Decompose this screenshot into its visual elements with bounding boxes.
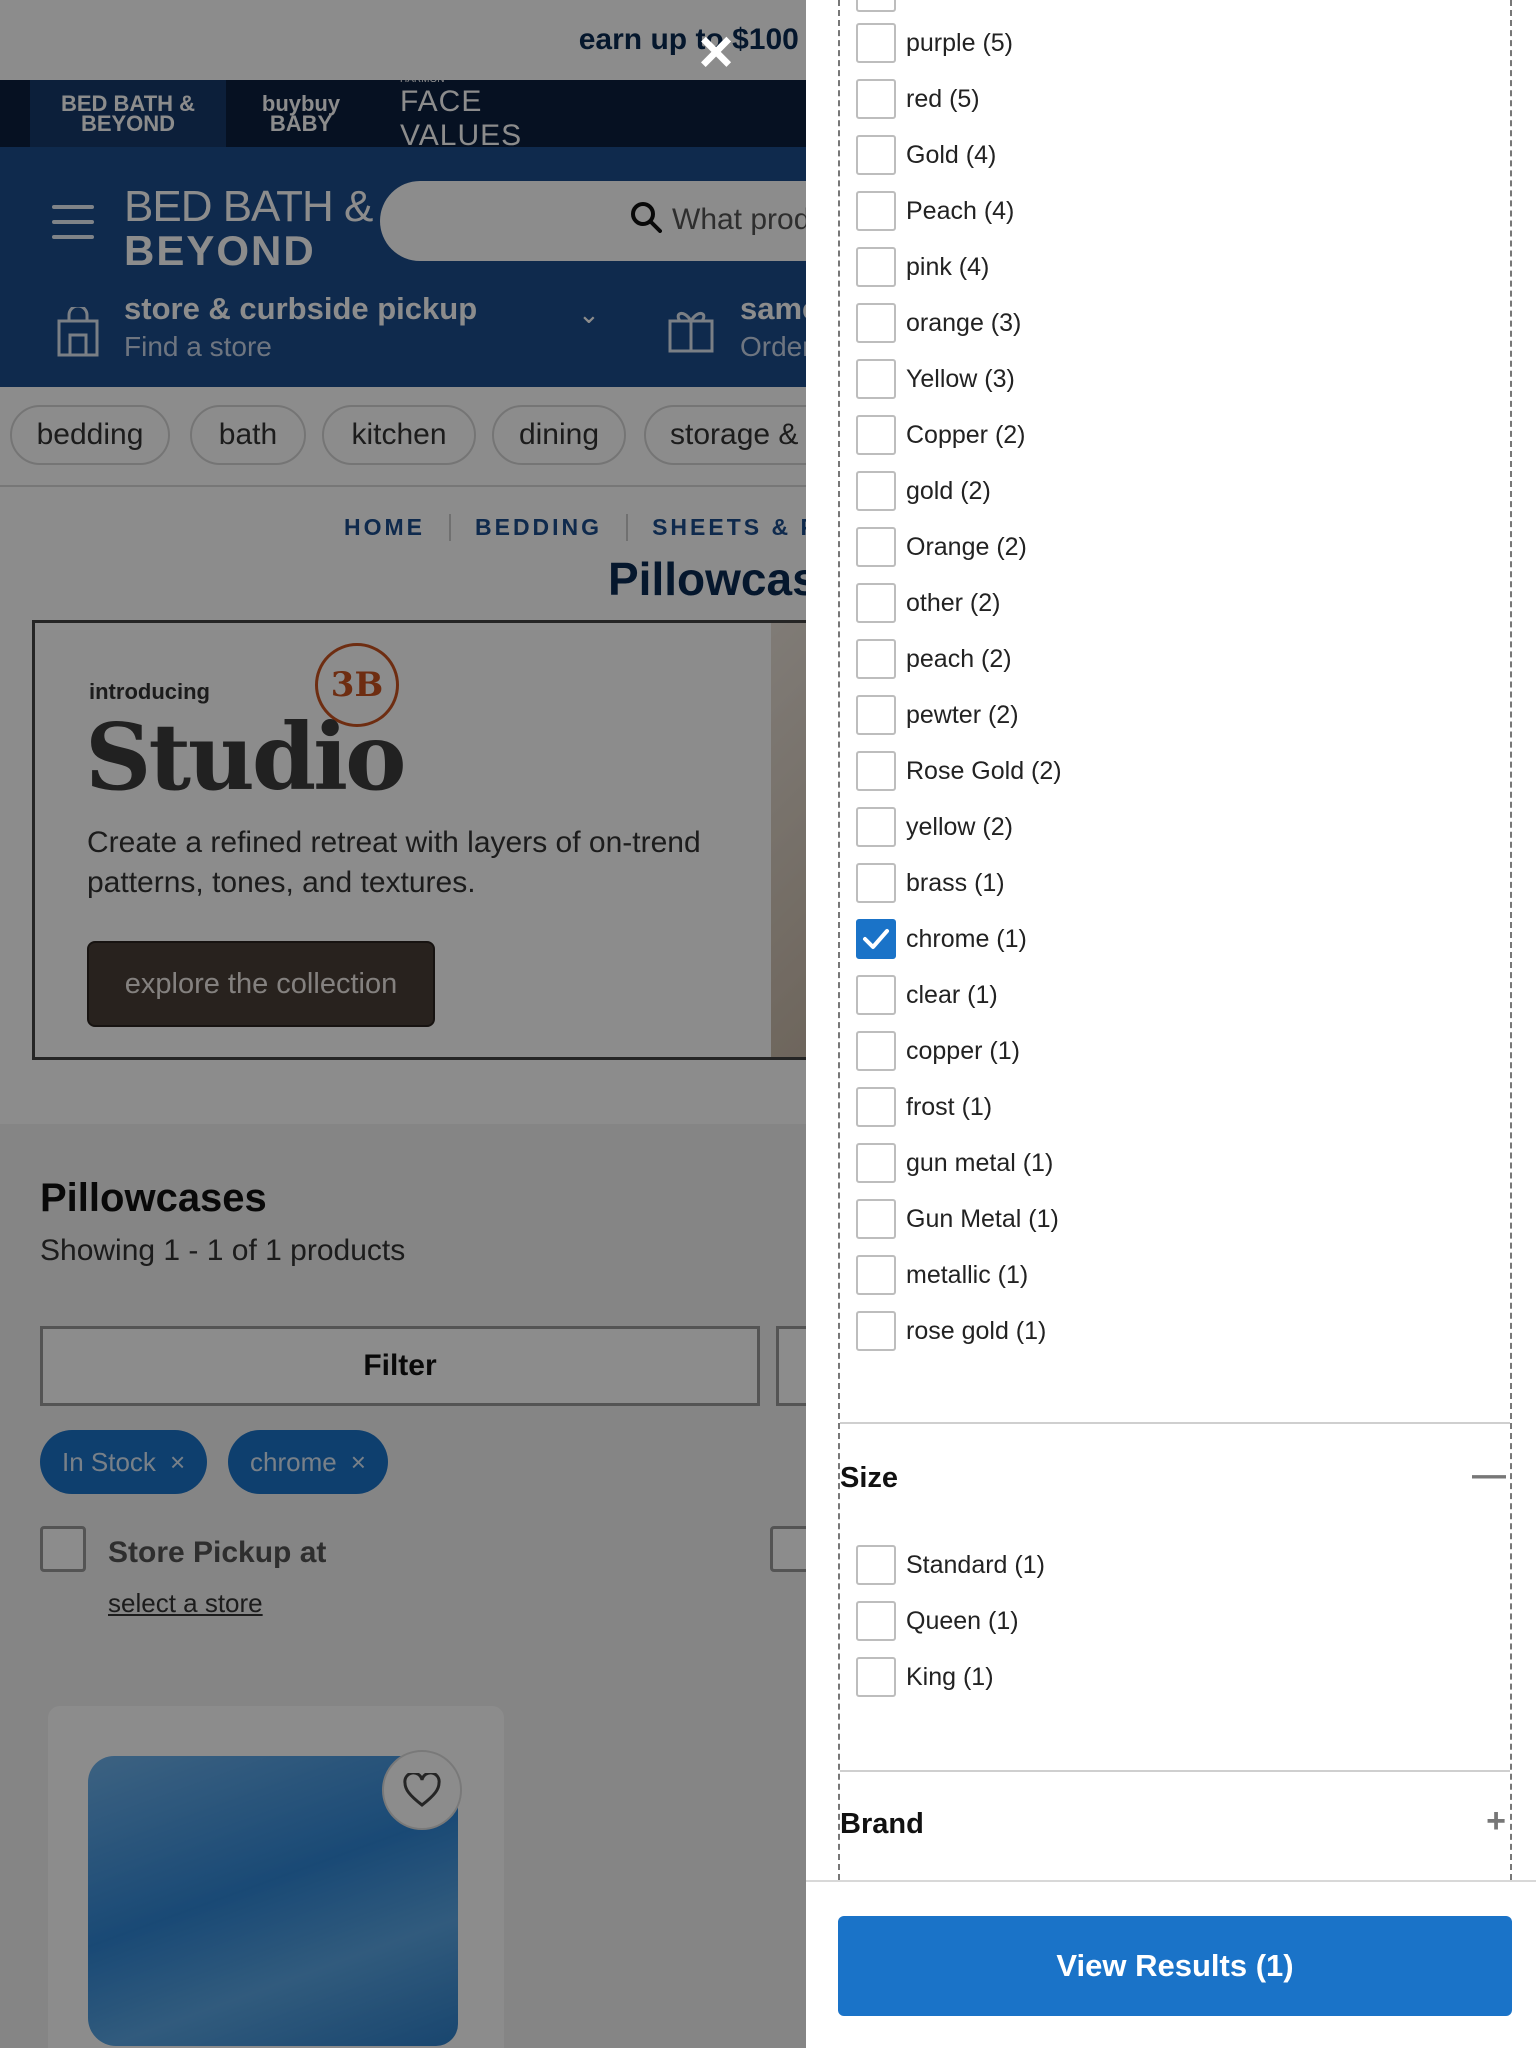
filter-option[interactable]: copper (1) (856, 1030, 1020, 1072)
filter-option[interactable]: gun metal (1) (856, 1142, 1053, 1184)
filter-checkbox[interactable] (856, 471, 896, 511)
filter-checkbox[interactable] (856, 0, 896, 12)
filter-option-label: Copper (2) (906, 420, 1026, 449)
divider (840, 1422, 1510, 1424)
filter-option-label: King (1) (906, 1662, 994, 1691)
filter-option-label: brass (1) (906, 868, 1005, 897)
filter-option-label: Standard (1) (906, 1550, 1045, 1579)
filter-checkbox[interactable] (856, 919, 896, 959)
filter-drawer: purple (5) red (5) Gold (4) Peach (4) pink (… (806, 0, 1536, 2048)
filter-option-label: copper (1) (906, 1036, 1020, 1065)
filter-option-label: pewter (2) (906, 700, 1019, 729)
filter-option[interactable]: rose gold (1) (856, 1310, 1046, 1352)
filter-option-label: yellow (2) (906, 812, 1013, 841)
filter-option[interactable]: purple (5) (856, 22, 1013, 64)
filter-checkbox[interactable] (856, 975, 896, 1015)
collapse-icon[interactable]: — (1472, 1456, 1506, 1495)
filter-option-label: gold (2) (906, 476, 991, 505)
filter-checkbox[interactable] (856, 751, 896, 791)
filter-checkbox[interactable] (856, 1087, 896, 1127)
filter-scroll-area[interactable]: purple (5) red (5) Gold (4) Peach (4) pink (… (838, 0, 1512, 1880)
filter-option[interactable]: Queen (1) (856, 1600, 1019, 1642)
divider (840, 1770, 1510, 1772)
filter-checkbox[interactable] (856, 1255, 896, 1295)
filter-checkbox[interactable] (856, 1311, 896, 1351)
size-section-title[interactable]: Size (840, 1462, 898, 1495)
filter-option-label: gun metal (1) (906, 1148, 1054, 1177)
filter-option[interactable]: Standard (1) (856, 1544, 1045, 1586)
filter-option-label: Peach (4) (906, 196, 1015, 225)
filter-option-label: clear (1) (906, 980, 998, 1009)
filter-checkbox[interactable] (856, 79, 896, 119)
filter-checkbox[interactable] (856, 247, 896, 287)
filter-checkbox[interactable] (856, 1143, 896, 1183)
filter-checkbox[interactable] (856, 1657, 896, 1697)
filter-checkbox[interactable] (856, 583, 896, 623)
filter-option-label: rose gold (1) (906, 1316, 1047, 1345)
filter-option[interactable]: red (5) (856, 78, 980, 120)
filter-checkbox[interactable] (856, 359, 896, 399)
filter-option[interactable]: Gun Metal (1) (856, 1198, 1059, 1240)
filter-option-label: Orange (2) (906, 532, 1027, 561)
filter-option-label: purple (5) (906, 28, 1013, 57)
filter-option-label: pink (4) (906, 252, 990, 281)
filter-option-label: Queen (1) (906, 1606, 1019, 1635)
filter-option-label: Gun Metal (1) (906, 1204, 1059, 1233)
filter-option[interactable]: King (1) (856, 1656, 994, 1698)
filter-option[interactable]: yellow (2) (856, 806, 1013, 848)
filter-option[interactable]: metallic (1) (856, 1254, 1028, 1296)
filter-checkbox[interactable] (856, 135, 896, 175)
filter-checkbox[interactable] (856, 415, 896, 455)
expand-icon[interactable]: + (1486, 1802, 1506, 1841)
filter-option-label: Rose Gold (2) (906, 756, 1062, 785)
filter-option[interactable]: brass (1) (856, 862, 1005, 904)
filter-option[interactable]: Copper (2) (856, 414, 1026, 456)
filter-checkbox[interactable] (856, 807, 896, 847)
filter-option[interactable]: Rose Gold (2) (856, 750, 1062, 792)
filter-checkbox[interactable] (856, 1199, 896, 1239)
modal-overlay[interactable] (0, 0, 806, 2048)
filter-option[interactable]: pewter (2) (856, 694, 1019, 736)
view-results-button[interactable]: View Results (1) (838, 1916, 1512, 2016)
brand-section-title[interactable]: Brand (840, 1808, 924, 1841)
filter-checkbox[interactable] (856, 1031, 896, 1071)
filter-option-label: other (2) (906, 588, 1001, 617)
filter-checkbox[interactable] (856, 639, 896, 679)
filter-checkbox[interactable] (856, 303, 896, 343)
filter-checkbox[interactable] (856, 695, 896, 735)
close-icon[interactable]: × (690, 20, 742, 84)
filter-option[interactable]: other (2) (856, 582, 1000, 624)
filter-option-label: chrome (1) (906, 924, 1027, 953)
filter-checkbox[interactable] (856, 863, 896, 903)
filter-checkbox[interactable] (856, 527, 896, 567)
filter-option[interactable]: Gold (4) (856, 134, 996, 176)
filter-option[interactable]: Peach (4) (856, 190, 1014, 232)
filter-option-label: metallic (1) (906, 1260, 1029, 1289)
filter-option-label: Gold (4) (906, 140, 997, 169)
filter-option-label: red (5) (906, 84, 980, 113)
filter-option[interactable]: chrome (1) (856, 918, 1027, 960)
filter-option[interactable]: Orange (2) (856, 526, 1027, 568)
filter-option-label: orange (3) (906, 308, 1022, 337)
filter-checkbox[interactable] (856, 1545, 896, 1585)
filter-option-label: Yellow (3) (906, 364, 1015, 393)
filter-option-label: peach (2) (906, 644, 1012, 673)
filter-option[interactable]: peach (2) (856, 638, 1012, 680)
filter-option[interactable]: frost (1) (856, 1086, 992, 1128)
filter-option[interactable]: gold (2) (856, 470, 991, 512)
filter-checkbox[interactable] (856, 191, 896, 231)
filter-checkbox[interactable] (856, 1601, 896, 1641)
filter-option[interactable]: orange (3) (856, 302, 1021, 344)
filter-checkbox[interactable] (856, 23, 896, 63)
filter-option[interactable]: clear (1) (856, 974, 998, 1016)
drawer-footer: View Results (1) (806, 1880, 1536, 2048)
check-icon (863, 929, 889, 949)
filter-option[interactable]: pink (4) (856, 246, 989, 288)
filter-option-label: frost (1) (906, 1092, 993, 1121)
filter-option[interactable]: Yellow (3) (856, 358, 1015, 400)
